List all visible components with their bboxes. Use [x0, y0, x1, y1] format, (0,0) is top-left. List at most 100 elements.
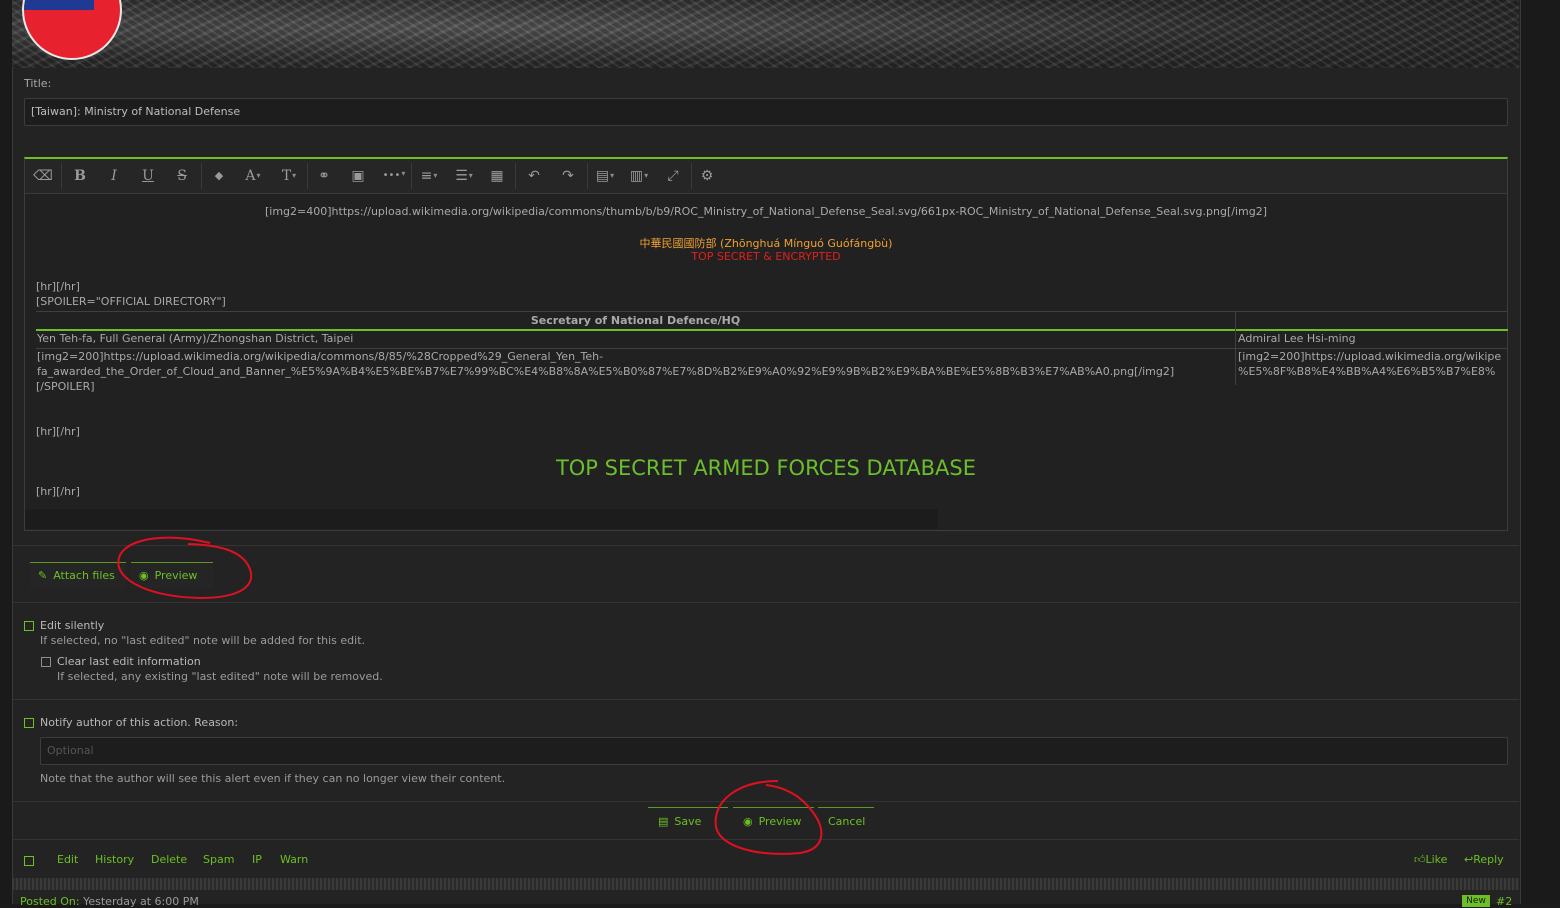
preview-button[interactable]: ◉ Preview [733, 807, 814, 835]
seal-image-bbcode: [img2=400]https://upload.wikimedia.org/w… [264, 205, 1268, 218]
preview-label: Preview [154, 569, 198, 582]
editor-resize-bar[interactable] [25, 509, 938, 529]
avatar[interactable] [22, 0, 122, 60]
editor-toolbar: ⌫ B I U S ◆ A▾ T▾ ⚭ ▣ •••▾ ≡▾ ☰▾ ▦ ↶ ↷ ▤… [25, 159, 1507, 194]
warn-link[interactable]: Warn [280, 853, 308, 866]
edit-silently-checkbox[interactable] [24, 621, 34, 631]
paste-glyph: ▥ [629, 168, 644, 184]
more-icon[interactable]: •••▾ [379, 167, 409, 185]
preview-button-top[interactable]: ◉ Preview [131, 562, 213, 588]
rich-text-editor[interactable]: ⌫ B I U S ◆ A▾ T▾ ⚭ ▣ •••▾ ≡▾ ☰▾ ▦ ↶ ↷ ▤… [24, 157, 1508, 531]
preview-label: Preview [758, 815, 802, 828]
undo-icon[interactable]: ↶ [524, 167, 544, 185]
paperclip-icon: ✎ [38, 569, 48, 582]
table-cell: [img2=200]https://upload.wikimedia.org/w… [1238, 350, 1502, 363]
table-cell: Yen Teh-fa, Full General (Army)/Zhongsha… [37, 332, 354, 345]
align-glyph: ≡ [420, 168, 433, 184]
drafts-icon[interactable]: ▤▾ [591, 167, 619, 185]
edit-link[interactable]: Edit [57, 853, 78, 866]
chevron-down-icon: ▾ [292, 171, 297, 180]
hr-tag: [hr][/hr] [36, 425, 80, 438]
eraser-icon[interactable]: ⌫ [33, 167, 53, 185]
font-size-glyph: A [245, 168, 256, 184]
post-number[interactable]: #2 [1496, 895, 1512, 908]
image-icon[interactable]: ▣ [348, 167, 368, 185]
flag-blue-canton [24, 0, 94, 10]
table-cell: [img2=200]https://upload.wikimedia.org/w… [37, 350, 604, 363]
like-link[interactable]: 👍︎Like [1414, 853, 1447, 866]
table-cell: Admiral Lee Hsi-ming [1238, 332, 1356, 345]
eye-icon: ◉ [139, 569, 149, 582]
reply-icon: ↩ [1464, 853, 1474, 866]
classification-text: TOP SECRET & ENCRYPTED [691, 250, 841, 263]
attach-files-label: Attach files [53, 569, 115, 582]
font-size-icon[interactable]: A▾ [239, 167, 267, 185]
settings-icon[interactable]: ⚙ [697, 167, 717, 185]
toolbar-divider [61, 163, 62, 189]
chevron-down-icon: ▾ [468, 171, 473, 180]
toolbar-divider [587, 163, 588, 189]
toolbar-divider [411, 163, 412, 189]
post-divider-strip [12, 878, 1519, 890]
link-icon[interactable]: ⚭ [314, 167, 334, 185]
clear-last-edit-hint: If selected, any existing "last edited" … [57, 670, 383, 683]
save-button[interactable]: ▤ Save [648, 807, 728, 835]
table-cell: %E5%8F%B8%E4%BB%A4%E6%B5%B7%E8% [1238, 365, 1496, 378]
divider [13, 839, 1519, 840]
reason-input[interactable]: Optional [40, 737, 1508, 765]
delete-link[interactable]: Delete [151, 853, 187, 866]
directory-table: Secretary of National Defence/HQ Yen Teh… [36, 311, 1508, 385]
notify-author-checkbox[interactable] [24, 718, 34, 728]
divider [13, 545, 1519, 546]
spam-link[interactable]: Spam [203, 853, 234, 866]
hr-tag: [hr][/hr] [36, 485, 80, 498]
chevron-down-icon: ▾ [610, 171, 615, 180]
clear-last-edit-label: Clear last edit information [57, 655, 201, 668]
text-color-icon[interactable]: ◆ [209, 167, 229, 185]
page-right-background [1520, 0, 1560, 904]
chevron-down-icon: ▾ [401, 169, 406, 178]
notify-author-label: Notify author of this action. Reason: [40, 716, 239, 729]
hr-tag: [hr][/hr] [36, 280, 80, 293]
align-icon[interactable]: ≡▾ [415, 167, 443, 185]
cancel-button[interactable]: Cancel [818, 807, 874, 835]
toolbar-divider [307, 163, 308, 189]
reply-link[interactable]: ↩Reply [1464, 853, 1504, 866]
edit-silently-hint: If selected, no "last edited" note will … [40, 634, 366, 647]
database-heading: TOP SECRET ARMED FORCES DATABASE [555, 456, 977, 480]
font-family-icon[interactable]: T▾ [275, 167, 303, 185]
attach-files-button[interactable]: ✎ Attach files [30, 562, 126, 588]
table-header-cell [1235, 312, 1508, 331]
table-icon[interactable]: ▦ [487, 167, 507, 185]
divider [13, 602, 1519, 603]
bold-icon[interactable]: B [70, 167, 90, 185]
paste-icon[interactable]: ▥▾ [625, 167, 653, 185]
table-cell: fa_awarded_the_Order_of_Cloud_and_Banner… [37, 365, 1175, 378]
notify-hint: Note that the author will see this alert… [40, 772, 506, 785]
clear-last-edit-checkbox[interactable] [41, 657, 51, 667]
toolbar-divider [201, 163, 202, 189]
posted-label: Posted On: [20, 895, 80, 908]
edit-silently-label: Edit silently [40, 619, 105, 632]
toolbar-divider [691, 163, 692, 189]
fullscreen-icon[interactable]: ⤢ [663, 167, 683, 185]
redo-icon[interactable]: ↷ [558, 167, 578, 185]
eye-icon: ◉ [743, 815, 753, 828]
chevron-down-icon: ▾ [256, 171, 261, 180]
ip-link[interactable]: IP [252, 853, 262, 866]
spoiler-close-tag: [/SPOILER] [36, 380, 95, 393]
underline-icon[interactable]: U [138, 167, 158, 185]
chevron-down-icon: ▾ [644, 171, 649, 180]
list-icon[interactable]: ☰▾ [449, 167, 479, 185]
save-label: Save [674, 815, 702, 828]
strikethrough-icon[interactable]: S [172, 167, 192, 185]
drafts-glyph: ▤ [595, 168, 610, 184]
italic-icon[interactable]: I [104, 167, 124, 185]
save-icon: ▤ [658, 815, 669, 828]
title-input[interactable]: [Taiwan]: Ministry of National Defense [24, 98, 1508, 126]
toolbar-divider [515, 163, 516, 189]
select-post-checkbox[interactable] [24, 856, 34, 866]
more-glyph: ••• [382, 170, 401, 181]
chinese-name-text: 中華民國國防部 (Zhōnghuá Mínguó Guófángbù) [639, 237, 893, 250]
history-link[interactable]: History [95, 853, 134, 866]
